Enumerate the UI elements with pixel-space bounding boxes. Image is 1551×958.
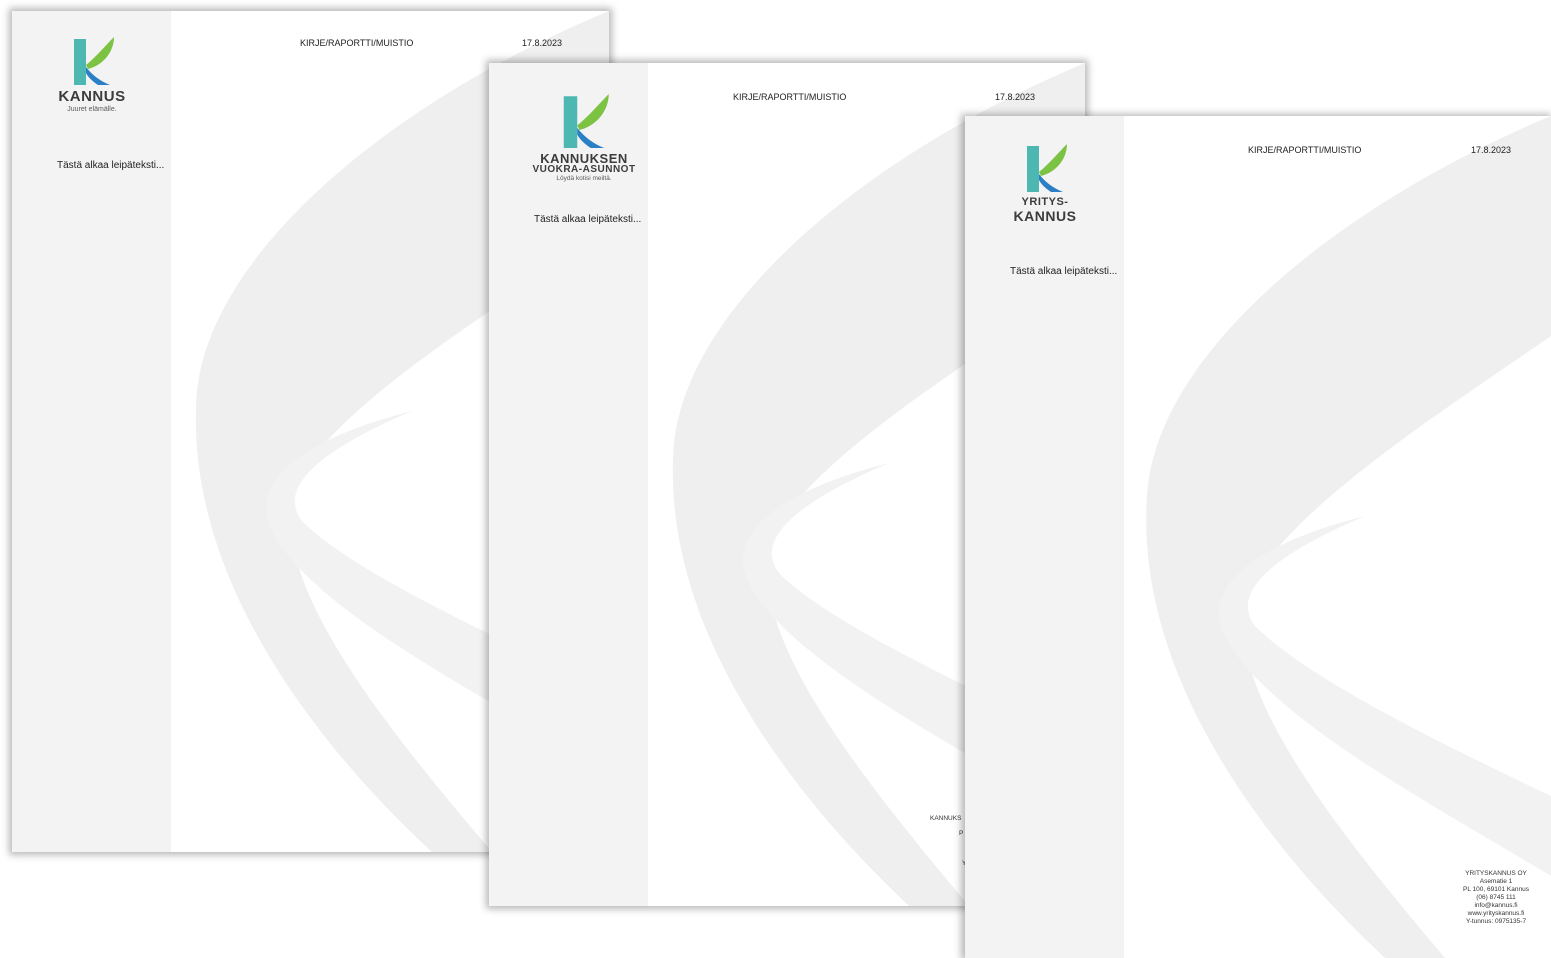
logo-name: YRITYS- bbox=[1021, 196, 1069, 208]
letterhead-yrityskannus[interactable]: YRITYS- KANNUS KIRJE/RAPORTTI/MUISTIO 17… bbox=[965, 116, 1551, 958]
body-text-placeholder[interactable]: Tästä alkaa leipäteksti... bbox=[57, 160, 164, 171]
logo-tagline: Löydä kotisi meiltä. bbox=[556, 175, 612, 182]
document-type-label: KIRJE/RAPORTTI/MUISTIO bbox=[733, 92, 847, 102]
document-type-label: KIRJE/RAPORTTI/MUISTIO bbox=[300, 38, 414, 48]
footer-website: www.yrityskannus.fi bbox=[1467, 910, 1525, 917]
logo-tagline: Juuret elämälle. bbox=[67, 106, 117, 113]
footer-po-box: PL 100, 69101 Kannus bbox=[1463, 886, 1529, 893]
logo-name: KANNUS bbox=[58, 88, 126, 105]
k-leaf-icon bbox=[563, 94, 609, 148]
sidebar-panel bbox=[489, 63, 648, 906]
document-date: 17.8.2023 bbox=[522, 38, 563, 48]
logo-name-line2: VUOKRA-ASUNNOT bbox=[532, 164, 636, 175]
document-date: 17.8.2023 bbox=[1471, 145, 1512, 155]
footer-address: Asematie 1 bbox=[1479, 878, 1513, 885]
vuokra-asunnot-logo: KANNUKSEN VUOKRA-ASUNNOT Löydä kotisi me… bbox=[519, 91, 649, 183]
document-type-label: KIRJE/RAPORTTI/MUISTIO bbox=[1248, 145, 1362, 155]
sidebar-panel bbox=[12, 11, 171, 852]
footer-business-id: Y-tunnus: 0975135-7 bbox=[1465, 918, 1527, 925]
footer-line: KANNUKS bbox=[930, 815, 962, 822]
document-date: 17.8.2023 bbox=[995, 92, 1036, 102]
sidebar-panel bbox=[965, 116, 1124, 958]
body-text-placeholder[interactable]: Tästä alkaa leipäteksti... bbox=[534, 214, 641, 225]
footer-phone: (06) 8745 111 bbox=[1476, 894, 1516, 901]
footer-contact-block: YRITYSKANNUS OY Asematie 1 PL 100, 69101… bbox=[1451, 870, 1541, 926]
footer-company-name: YRITYSKANNUS OY bbox=[1465, 870, 1527, 877]
k-leaf-icon bbox=[74, 37, 114, 85]
footer-contact-partial: KANNUKS P Y bbox=[930, 815, 966, 868]
logo-name-line2: KANNUS bbox=[1013, 208, 1077, 224]
kannus-logo: KANNUS Juuret elämälle. bbox=[52, 35, 132, 113]
body-text-placeholder[interactable]: Tästä alkaa leipäteksti... bbox=[1010, 266, 1117, 277]
yrityskannus-logo: YRITYS- KANNUS bbox=[1000, 142, 1090, 223]
footer-email: info@kannus.fi bbox=[1474, 902, 1518, 909]
k-leaf-icon bbox=[1027, 144, 1067, 192]
